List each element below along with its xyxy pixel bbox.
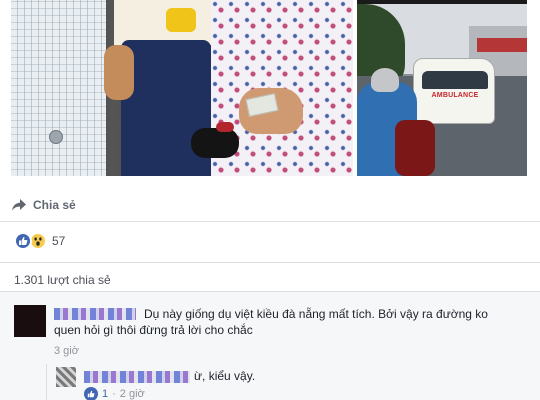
share-label: Chia sẻ xyxy=(33,198,76,212)
comment-timestamp[interactable]: 3 giờ xyxy=(54,345,79,357)
share-arrow-icon xyxy=(12,199,26,211)
ambulance-windshield xyxy=(422,71,488,89)
photo-button xyxy=(49,130,63,144)
side-photo[interactable]: AMBULANCE xyxy=(357,0,527,176)
photo-helmet xyxy=(371,68,399,92)
reactions-summary[interactable]: 57 xyxy=(14,232,65,250)
reply-thread-line xyxy=(46,364,47,400)
photo-shoe xyxy=(191,128,239,158)
reply-avatar[interactable] xyxy=(56,367,76,387)
main-photo[interactable] xyxy=(11,0,353,176)
photo-motorbike xyxy=(395,120,435,176)
photo-shirt-print xyxy=(166,8,196,32)
replier-name-blurred[interactable] xyxy=(84,371,190,383)
photo-ambulance: AMBULANCE xyxy=(413,58,495,124)
share-button[interactable]: Chia sẻ xyxy=(11,191,76,219)
side-photo-edge xyxy=(357,0,527,4)
photo-shoe-strap xyxy=(216,122,234,132)
photo-shirt xyxy=(11,0,106,176)
divider xyxy=(0,291,540,292)
photo-arm xyxy=(104,45,134,100)
reaction-count: 57 xyxy=(52,234,66,248)
comment-text: Dụ này giống dụ việt kiều đà nẵng mất tí… xyxy=(54,307,488,337)
avatar[interactable] xyxy=(14,305,46,337)
photo-shop-sign xyxy=(477,38,527,52)
reply-like-count[interactable]: 1 xyxy=(102,388,108,400)
reply-text: ừ, kiểu vậy. xyxy=(194,369,256,383)
like-icon[interactable] xyxy=(84,387,98,400)
ambulance-sign: AMBULANCE xyxy=(431,92,479,99)
divider xyxy=(0,262,540,263)
reply-meta: 1 · 2 giờ xyxy=(84,387,145,400)
meta-separator: · xyxy=(112,388,116,400)
reply-timestamp[interactable]: 2 giờ xyxy=(120,388,145,400)
divider xyxy=(0,221,540,222)
shares-count[interactable]: 1.301 lượt chia sẻ xyxy=(14,273,111,287)
like-icon xyxy=(14,232,32,250)
facebook-post: AMBULANCE Chia sẻ 57 1.301 lượt chia sẻ xyxy=(0,0,540,400)
